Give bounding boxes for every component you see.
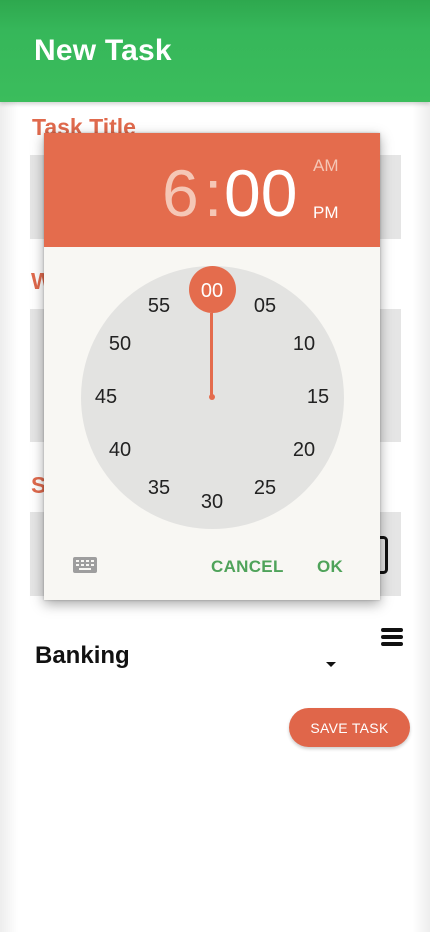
pm-toggle[interactable]: PM bbox=[313, 203, 339, 223]
page-title: New Task bbox=[34, 34, 172, 67]
minute-00[interactable]: 00 bbox=[194, 279, 230, 303]
minute-50[interactable]: 50 bbox=[102, 332, 138, 356]
time-picker-header: 6 : 00 AM PM bbox=[44, 133, 380, 247]
page-edge-shadow-right bbox=[412, 102, 430, 932]
time-separator: : bbox=[204, 156, 223, 230]
minute-25[interactable]: 25 bbox=[247, 476, 283, 500]
am-toggle[interactable]: AM bbox=[313, 156, 339, 176]
clock-hand bbox=[210, 313, 213, 397]
save-task-button[interactable]: SAVE TASK bbox=[289, 708, 410, 747]
category-dropdown-value[interactable]: Banking bbox=[35, 642, 130, 670]
minute-15[interactable]: 15 bbox=[300, 385, 336, 409]
clock-center bbox=[209, 394, 215, 400]
dropdown-arrow-icon[interactable] bbox=[326, 662, 336, 667]
hour-display[interactable]: 6 bbox=[162, 153, 199, 233]
minute-30[interactable]: 30 bbox=[194, 490, 230, 514]
minute-45[interactable]: 45 bbox=[88, 385, 124, 409]
time-picker-dialog: 6 : 00 AM PM 00 05 10 15 20 25 30 35 40 … bbox=[44, 133, 380, 600]
ok-button[interactable]: OK bbox=[317, 557, 343, 577]
minute-40[interactable]: 40 bbox=[102, 438, 138, 462]
page-edge-shadow-left bbox=[0, 102, 18, 932]
keyboard-icon[interactable] bbox=[73, 557, 97, 573]
menu-icon[interactable] bbox=[381, 628, 403, 648]
cancel-button[interactable]: CANCEL bbox=[211, 557, 284, 577]
minute-05[interactable]: 05 bbox=[247, 294, 283, 318]
minute-20[interactable]: 20 bbox=[286, 438, 322, 462]
minute-55[interactable]: 55 bbox=[141, 294, 177, 318]
minute-10[interactable]: 10 bbox=[286, 332, 322, 356]
app-bar: New Task bbox=[0, 0, 430, 102]
minute-35[interactable]: 35 bbox=[141, 476, 177, 500]
minute-display[interactable]: 00 bbox=[224, 153, 297, 233]
